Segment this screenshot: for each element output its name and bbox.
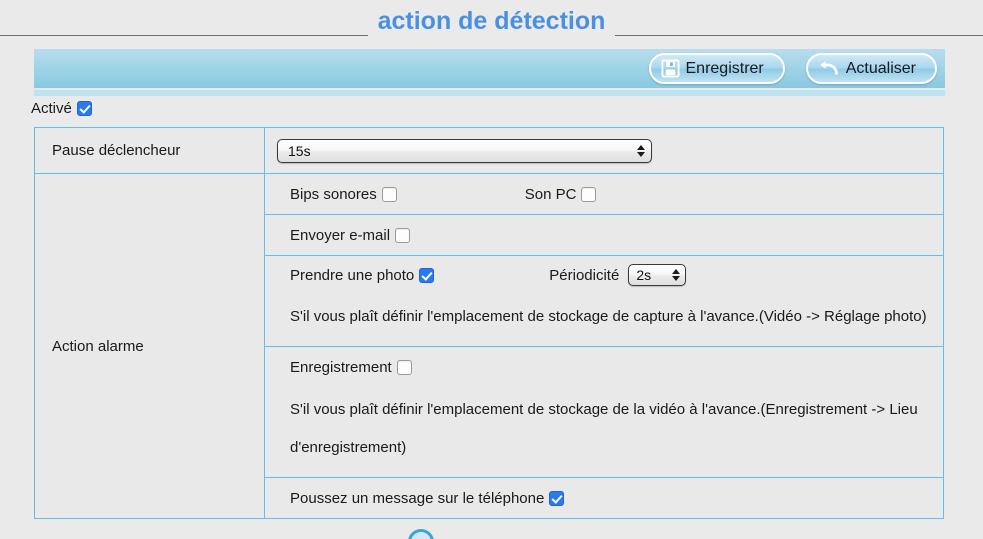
enable-checkbox[interactable] — [76, 101, 92, 116]
send-email-cell: Envoyer e-mail — [264, 214, 944, 256]
alarm-action-label: Action alarme — [52, 337, 144, 355]
enable-row: Activé — [31, 100, 92, 117]
loading-spinner-icon — [408, 529, 434, 539]
recording-checkbox[interactable] — [396, 359, 412, 375]
take-photo-checkbox[interactable] — [419, 267, 435, 283]
recording-storage-note: S'il vous plaît définir l'emplacement de… — [290, 401, 918, 456]
push-phone-row: Poussez un message sur le téléphone — [277, 478, 943, 518]
page-title-text: action de détection — [367, 6, 616, 36]
periodicity-select-value: 2s — [636, 267, 652, 283]
enable-label: Activé — [31, 100, 72, 117]
recording-label: Enregistrement — [290, 358, 392, 376]
save-button[interactable]: Enregistrer — [648, 53, 785, 84]
chevron-updown-icon — [637, 144, 645, 157]
refresh-button-label: Actualiser — [845, 59, 916, 77]
trigger-pause-field: 15s — [277, 128, 943, 173]
periodicity-select[interactable]: 2s — [628, 264, 687, 286]
toolbar-button-group: Enregistrer Actualiser — [648, 53, 937, 84]
action-toolbar: Enregistrer Actualiser — [34, 49, 945, 88]
periodicity-field: Périodicité 2s — [549, 264, 687, 286]
detection-action-table: Pause déclencheur 15s Action alarme Bips… — [34, 127, 944, 519]
alarm-sounds-row: Bips sonores Son PC — [277, 174, 943, 214]
trigger-pause-value-cell: 15s — [264, 127, 944, 174]
send-email-checkbox[interactable] — [395, 227, 411, 243]
table-row-alarm-action: Action alarme Bips sonores Son PC — [34, 173, 944, 519]
take-photo-cell: Prendre une photo Périodicité 2s S'il vo… — [264, 255, 944, 347]
send-email-label: Envoyer e-mail — [290, 226, 391, 244]
recording-row: Enregistrement — [277, 347, 943, 387]
trigger-pause-select[interactable]: 15s — [277, 138, 652, 163]
recording-cell: Enregistrement S'il vous plaît définir l… — [264, 346, 944, 478]
page-root: action de détection Enregistrer Actualis… — [0, 0, 983, 539]
pc-sound-checkbox[interactable] — [581, 186, 597, 202]
periodicity-label: Périodicité — [549, 266, 620, 284]
page-header: action de détection — [0, 0, 983, 38]
pc-sound-label: Son PC — [524, 185, 577, 203]
trigger-pause-label: Pause déclencheur — [52, 142, 181, 159]
trigger-pause-label-cell: Pause déclencheur — [34, 127, 265, 174]
send-email-row: Envoyer e-mail — [277, 215, 943, 255]
alarm-sounds-cell: Bips sonores Son PC — [264, 173, 944, 215]
push-phone-checkbox[interactable] — [549, 490, 565, 506]
trigger-pause-select-value: 15s — [288, 142, 311, 159]
page-title: action de détection — [0, 6, 983, 36]
photo-storage-note: S'il vous plaît définir l'emplacement de… — [290, 308, 927, 325]
alarm-action-label-cell: Action alarme — [34, 173, 265, 519]
sound-beep-label: Bips sonores — [290, 185, 377, 203]
take-photo-label: Prendre une photo — [290, 266, 415, 284]
floppy-disk-save-icon — [660, 59, 680, 78]
take-photo-row: Prendre une photo Périodicité 2s — [277, 256, 943, 294]
push-phone-label: Poussez un message sur le téléphone — [290, 489, 545, 507]
toolbar-underline — [34, 90, 945, 96]
push-phone-cell: Poussez un message sur le téléphone — [264, 477, 944, 519]
sound-beep-checkbox[interactable] — [381, 186, 397, 202]
save-button-label: Enregistrer — [685, 59, 764, 77]
table-row-trigger-pause: Pause déclencheur 15s — [34, 127, 944, 174]
refresh-button[interactable]: Actualiser — [805, 53, 937, 84]
chevron-updown-icon — [672, 269, 681, 281]
undo-refresh-arrow-icon — [818, 59, 840, 78]
